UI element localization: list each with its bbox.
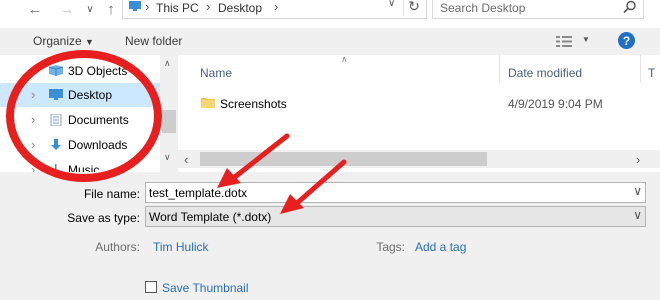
breadcrumb-desktop[interactable]: Desktop bbox=[218, 1, 262, 15]
back-arrow-icon[interactable]: ← bbox=[25, 0, 45, 18]
add-tag-link[interactable]: Add a tag bbox=[415, 240, 466, 254]
column-header-name[interactable]: Name bbox=[200, 66, 232, 80]
highlight-circle-annotation bbox=[6, 50, 162, 182]
folder-icon bbox=[201, 97, 215, 111]
search-input[interactable]: Search Desktop bbox=[440, 1, 525, 15]
search-box[interactable]: Search Desktop bbox=[432, 0, 644, 19]
save-thumbnail-checkbox[interactable] bbox=[145, 281, 157, 293]
save-as-type-select[interactable]: Word Template (*.dotx) ∨ bbox=[145, 206, 646, 227]
refresh-icon[interactable]: ↻ bbox=[403, 0, 424, 16]
help-icon[interactable]: ? bbox=[618, 32, 635, 49]
forward-arrow-icon[interactable]: → bbox=[57, 0, 77, 18]
desktop-location-icon bbox=[129, 0, 141, 11]
save-as-type-value[interactable]: Word Template (*.dotx) bbox=[149, 210, 271, 224]
organize-dropdown-icon: ▼ bbox=[85, 37, 94, 47]
red-arrow-annotation bbox=[280, 159, 347, 214]
date-modified-cell: 4/9/2019 9:04 PM bbox=[508, 97, 603, 111]
table-row[interactable]: Screenshots 4/9/2019 9:04 PM bbox=[178, 93, 660, 115]
breadcrumb-this-pc[interactable]: This PC bbox=[156, 1, 199, 15]
file-name-label: File name: bbox=[83, 187, 140, 201]
new-folder-button[interactable]: New folder bbox=[125, 34, 182, 48]
scroll-down-icon[interactable]: ∨ bbox=[164, 152, 171, 163]
tags-label: Tags: bbox=[376, 240, 405, 254]
scroll-up-icon[interactable]: ∧ bbox=[164, 58, 171, 69]
column-divider[interactable] bbox=[640, 55, 641, 83]
breadcrumb-separator-icon: › bbox=[145, 0, 150, 14]
recent-locations-chevron-icon[interactable]: ∨ bbox=[80, 0, 100, 18]
authors-label: Authors: bbox=[95, 240, 140, 254]
view-dropdown-icon[interactable]: ▼ bbox=[582, 35, 590, 44]
organize-button[interactable]: Organize ▼ bbox=[33, 34, 94, 48]
organize-label: Organize bbox=[33, 34, 82, 48]
authors-value[interactable]: Tim Hulick bbox=[153, 240, 209, 254]
file-name-dropdown-icon[interactable]: ∨ bbox=[633, 184, 642, 198]
save-as-type-dropdown-icon[interactable]: ∨ bbox=[633, 208, 642, 222]
breadcrumb-separator-icon: › bbox=[274, 0, 279, 14]
column-divider[interactable] bbox=[499, 55, 500, 83]
sort-ascending-icon: ∧ bbox=[341, 54, 348, 64]
breadcrumb-separator-icon: › bbox=[206, 0, 211, 14]
scroll-left-icon[interactable]: ‹ bbox=[184, 152, 188, 167]
column-header-type[interactable]: T bbox=[648, 66, 655, 80]
file-name-cell: Screenshots bbox=[220, 97, 287, 111]
address-dropdown-chevron-icon[interactable]: ∨ bbox=[388, 0, 395, 9]
address-box[interactable]: › This PC › Desktop › ∨ ↻ bbox=[122, 0, 427, 19]
save-as-type-label: Save as type: bbox=[67, 211, 140, 225]
save-thumbnail-label[interactable]: Save Thumbnail bbox=[162, 281, 249, 295]
column-header-date-modified[interactable]: Date modified bbox=[508, 66, 582, 80]
address-row: ← → ∨ ↑ › This PC › Desktop › ∨ ↻ Search… bbox=[0, 0, 660, 20]
search-icon[interactable] bbox=[623, 0, 637, 17]
scrollbar-thumb[interactable] bbox=[162, 110, 176, 133]
scroll-right-icon[interactable]: › bbox=[636, 152, 640, 167]
view-options-icon[interactable] bbox=[556, 35, 572, 51]
up-arrow-icon[interactable]: ↑ bbox=[101, 0, 121, 18]
